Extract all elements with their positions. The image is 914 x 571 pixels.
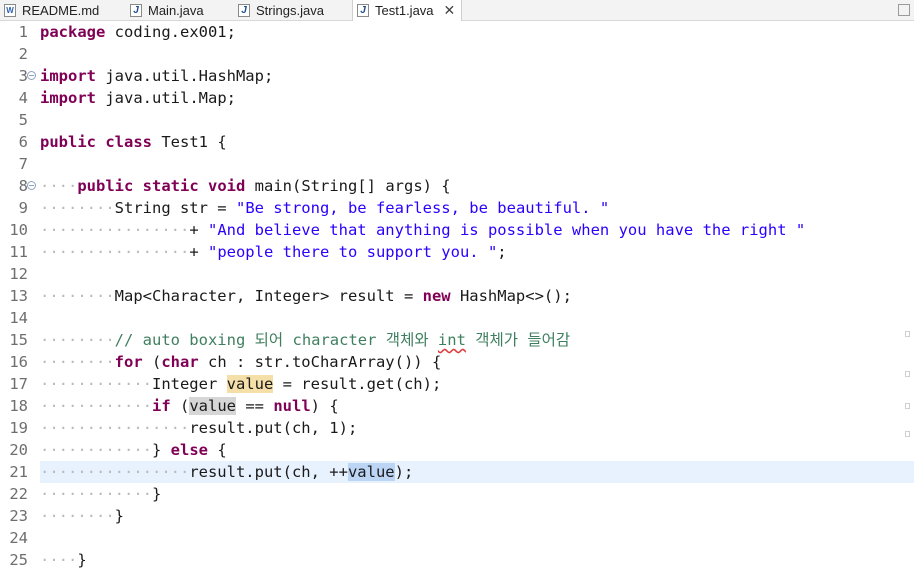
line-number: 2 [18, 45, 28, 63]
java-file-icon: J [130, 3, 142, 17]
code-text: ············if (value == null) { [40, 397, 339, 415]
java-file-icon: J [238, 3, 250, 17]
tab-main-java[interactable]: J Main.java [126, 0, 230, 20]
line-number: 6 [18, 133, 28, 151]
code-line[interactable]: 19 ················result.put(ch, 1); [0, 417, 914, 439]
code-text: ················+ "people there to suppo… [40, 243, 507, 261]
code-editor[interactable]: 1 package coding.ex001; 2 3− import java.uti… [0, 20, 914, 569]
line-number: 24 [9, 529, 28, 547]
minimize-icon[interactable] [898, 4, 910, 16]
code-text: ············} [40, 485, 162, 503]
code-line[interactable]: 24 [0, 527, 914, 549]
line-number: 13 [9, 287, 28, 305]
overview-ruler-mark[interactable] [905, 431, 910, 437]
code-text: ········String str = "Be strong, be fear… [40, 199, 610, 217]
line-number: 8 [18, 177, 28, 195]
code-line[interactable]: 13 ········Map<Character, Integer> result… [0, 285, 914, 307]
code-text: import java.util.HashMap; [40, 67, 274, 85]
code-line[interactable]: 11 ················+ "people there to sup… [0, 241, 914, 263]
overview-ruler-mark[interactable] [905, 403, 910, 409]
line-number: 4 [18, 89, 28, 107]
line-number: 11 [9, 243, 28, 261]
line-number: 22 [9, 485, 28, 503]
code-text: ········for (char ch : str.toCharArray()… [40, 353, 442, 371]
line-number: 19 [9, 419, 28, 437]
line-number: 21 [9, 463, 28, 481]
code-line[interactable]: 14 [0, 307, 914, 329]
line-number: 3 [18, 67, 28, 85]
line-number: 16 [9, 353, 28, 371]
code-text: ········// auto boxing 되어 character 객체와 … [40, 331, 571, 349]
overview-ruler-mark[interactable] [905, 331, 910, 337]
code-line[interactable]: 3− import java.util.HashMap; [0, 65, 914, 87]
fold-collapse-icon[interactable]: − [27, 71, 36, 80]
code-text: ····} [40, 551, 87, 569]
code-line[interactable]: 17 ············Integer value = result.get… [0, 373, 914, 395]
code-line[interactable]: 9 ········String str = "Be strong, be fea… [0, 197, 914, 219]
code-text: ········} [40, 507, 124, 525]
code-text: ················result.put(ch, ++value); [40, 463, 414, 481]
code-line[interactable]: 8− ····public static void main(String[] a… [0, 175, 914, 197]
tab-label: Test1.java [375, 3, 434, 18]
line-number: 7 [18, 155, 28, 173]
code-text: ········Map<Character, Integer> result =… [40, 287, 572, 305]
code-line[interactable]: 12 [0, 263, 914, 285]
code-text: ············} else { [40, 441, 227, 459]
line-number: 23 [9, 507, 28, 525]
line-number: 14 [9, 309, 28, 327]
line-number: 10 [9, 221, 28, 239]
code-line[interactable]: 10 ················+ "And believe that an… [0, 219, 914, 241]
line-number: 25 [9, 551, 28, 569]
line-number: 18 [9, 397, 28, 415]
code-line[interactable]: 15 ········// auto boxing 되어 character 객체… [0, 329, 914, 351]
line-number: 15 [9, 331, 28, 349]
code-text: ············Integer value = result.get(c… [40, 375, 442, 393]
code-line[interactable]: 23 ········} [0, 505, 914, 527]
fold-collapse-icon[interactable]: − [27, 181, 36, 190]
code-line[interactable]: 7 [0, 153, 914, 175]
code-line[interactable]: 25 ····} [0, 549, 914, 571]
line-number: 1 [18, 23, 28, 41]
tab-label: Strings.java [256, 2, 324, 18]
window-controls [898, 0, 914, 20]
code-text: public class Test1 { [40, 133, 227, 151]
overview-ruler-mark[interactable] [905, 371, 910, 377]
code-line[interactable]: 5 [0, 109, 914, 131]
code-line[interactable]: 21 ················result.put(ch, ++value… [0, 461, 914, 483]
code-text: ················result.put(ch, 1); [40, 419, 358, 437]
tab-strings-java[interactable]: J Strings.java [234, 0, 348, 20]
code-line[interactable]: 16 ········for (char ch : str.toCharArray… [0, 351, 914, 373]
code-text: import java.util.Map; [40, 89, 236, 107]
code-line[interactable]: 20 ············} else { [0, 439, 914, 461]
code-line[interactable]: 22 ············} [0, 483, 914, 505]
code-text: ····public static void main(String[] arg… [40, 177, 451, 195]
code-line[interactable]: 18 ············if (value == null) { [0, 395, 914, 417]
editor-tab-bar: W README.md J Main.java J Strings.java J… [0, 0, 914, 21]
line-number: 5 [18, 111, 28, 129]
line-number: 9 [18, 199, 28, 217]
code-line[interactable]: 1 package coding.ex001; [0, 21, 914, 43]
line-number: 20 [9, 441, 28, 459]
code-line[interactable]: 2 [0, 43, 914, 65]
markdown-file-icon: W [4, 3, 16, 17]
close-icon[interactable]: ✕ [444, 2, 456, 19]
line-number: 12 [9, 265, 28, 283]
code-line[interactable]: 6 public class Test1 { [0, 131, 914, 153]
tab-label: Main.java [148, 2, 204, 18]
java-file-icon: J [357, 4, 369, 17]
tab-label: README.md [22, 2, 100, 18]
code-text: ················+ "And believe that anyt… [40, 221, 806, 239]
code-text: package coding.ex001; [40, 23, 236, 41]
tab-readme[interactable]: W README.md [0, 0, 124, 20]
code-line[interactable]: 4 import java.util.Map; [0, 87, 914, 109]
line-number: 17 [9, 375, 28, 393]
tab-test1-java[interactable]: J Test1.java ✕ [352, 0, 462, 21]
